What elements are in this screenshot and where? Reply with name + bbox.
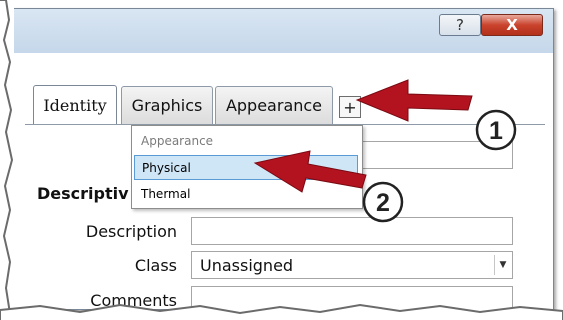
callout-arrow-1 — [355, 79, 473, 122]
callout-badge-1: 1 — [475, 109, 517, 151]
screenshot-frame: ? X Identity Graphics Appearance + Appea… — [0, 0, 563, 320]
torn-edge-bottom — [0, 303, 563, 320]
callout-arrow-2 — [253, 150, 367, 193]
callout-number-1: 1 — [489, 117, 503, 145]
callout-badge-2: 2 — [362, 181, 404, 223]
torn-edge-left — [0, 0, 14, 320]
callout-overlay: 1 2 — [253, 79, 517, 223]
callout-number-2: 2 — [376, 189, 390, 217]
